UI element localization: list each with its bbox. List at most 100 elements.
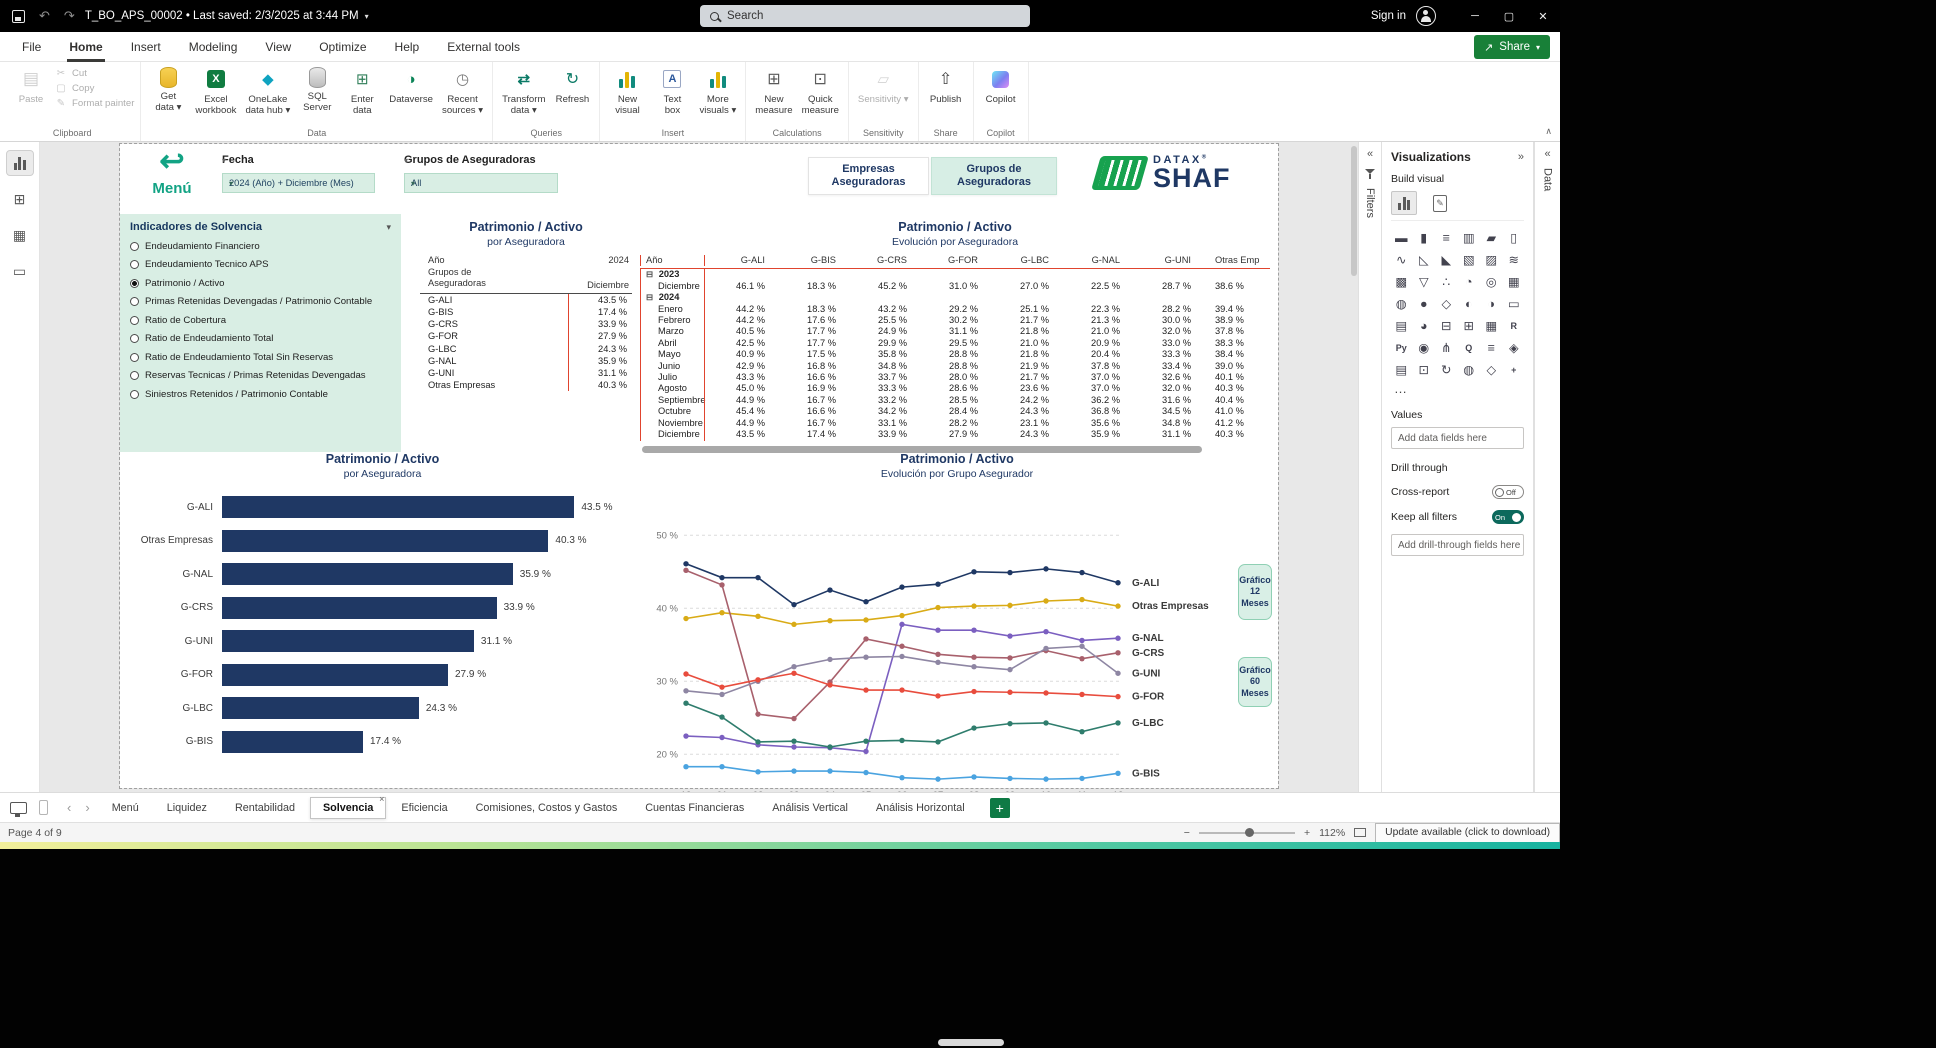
map-icon[interactable]: ◍	[1391, 295, 1412, 312]
sql-server-button[interactable]: SQLServer	[296, 65, 338, 116]
clustered-bar-chart-icon[interactable]: ≡	[1436, 229, 1457, 246]
summary-row-g-lbc[interactable]: G-LBC24.3 %	[420, 343, 632, 355]
filters-pane-title[interactable]: Filters	[1364, 188, 1376, 218]
redo-icon[interactable]: ↷	[64, 8, 75, 24]
cross-report-toggle[interactable]: Off	[1492, 485, 1524, 499]
bar-g-ali[interactable]	[222, 496, 574, 518]
stacked-bar-100-chart-icon[interactable]: ▰	[1481, 229, 1502, 246]
get-more-visuals-icon[interactable]: +	[1504, 361, 1525, 378]
series-line-otras-empresas[interactable]	[686, 600, 1118, 625]
fecha-slicer-dropdown[interactable]: 2024 (Año) + Diciembre (Mes) ▾	[222, 173, 375, 193]
grupos-aseguradoras-button[interactable]: Grupos de Aseguradoras	[931, 157, 1057, 195]
indicator-option-ratio-de-cobertura[interactable]: Ratio de Cobertura	[130, 315, 391, 326]
menu-item-view[interactable]: View	[265, 32, 291, 62]
kpi-icon[interactable]: ◕	[1414, 317, 1435, 334]
menu-item-help[interactable]: Help	[395, 32, 420, 62]
mobile-layout-icon[interactable]	[39, 800, 48, 815]
evolution-month-row-2024-abril[interactable]: Abril42.5 %17.7 %29.9 %29.5 %21.0 %20.9 …	[640, 338, 1270, 349]
summary-row-g-ali[interactable]: G-ALI43.5 %	[420, 294, 632, 306]
gauge-icon[interactable]: ◑	[1481, 295, 1502, 312]
line-clustered-column-chart-icon[interactable]: ▨	[1481, 251, 1502, 268]
collapse-ribbon-icon[interactable]: ∧	[1545, 126, 1552, 137]
indicator-option-siniestros-retenidos-patrimonio-contable[interactable]: Siniestros Retenidos / Patrimonio Contab…	[130, 389, 391, 400]
publish-button[interactable]: ⇧Publish	[925, 65, 967, 107]
fecha-header-caret-icon[interactable]: ▾	[222, 156, 226, 165]
evolution-month-row-2024-octubre[interactable]: Octubre45.4 %16.6 %34.2 %28.4 %24.3 %36.…	[640, 406, 1270, 417]
evolution-month-row-2024-mayo[interactable]: Mayo40.9 %17.5 %35.8 %28.8 %21.8 %20.4 %…	[640, 349, 1270, 360]
desktop-layout-icon[interactable]	[10, 802, 27, 814]
menu-item-file[interactable]: File	[22, 32, 41, 62]
paginated-report-icon[interactable]: ▤	[1391, 361, 1412, 378]
bar-g-for[interactable]	[222, 664, 448, 686]
evolution-month-row-2024-diciembre[interactable]: Diciembre43.5 %17.4 %33.9 %27.9 %24.3 %3…	[640, 429, 1270, 440]
copilot-button[interactable]: Copilot	[980, 65, 1022, 107]
transform-data-button[interactable]: ⇄Transformdata ▾	[499, 65, 548, 119]
undo-icon[interactable]: ↶	[39, 8, 50, 24]
report-view-button[interactable]	[6, 150, 34, 176]
quick-measure-button[interactable]: ⊡Quickmeasure	[799, 65, 842, 119]
page-tab-rentabilidad[interactable]: Rentabilidad	[222, 797, 308, 819]
power-apps-icon[interactable]: ⊡	[1414, 361, 1435, 378]
evolution-month-row-2024-julio[interactable]: Julio43.3 %16.6 %33.7 %28.0 %21.7 %37.0 …	[640, 372, 1270, 383]
expand-filters-icon[interactable]: «	[1367, 149, 1373, 159]
empresas-aseguradoras-button[interactable]: Empresas Aseguradoras	[808, 157, 929, 195]
page-tab-liquidez[interactable]: Liquidez	[154, 797, 220, 819]
summary-row-otras-empresas[interactable]: Otras Empresas40.3 %	[420, 379, 632, 391]
bar-g-crs[interactable]	[222, 597, 497, 619]
filled-map-icon[interactable]: ●	[1414, 295, 1435, 312]
build-visual-tab[interactable]	[1391, 191, 1417, 215]
stacked-column-100-chart-icon[interactable]: ▯	[1504, 229, 1525, 246]
python-visual-icon[interactable]: Py	[1391, 339, 1412, 356]
grafico-12-meses-button[interactable]: Gráfico 12 Meses	[1238, 564, 1272, 620]
maximize-button[interactable]: ▢	[1492, 0, 1526, 32]
evolution-month-row-2024-enero[interactable]: Enero44.2 %18.3 %43.2 %29.2 %25.1 %22.3 …	[640, 304, 1270, 315]
line-stacked-column-chart-icon[interactable]: ▧	[1459, 251, 1480, 268]
account-avatar[interactable]	[1416, 6, 1436, 26]
arcgis-map-icon[interactable]: ◍	[1459, 361, 1480, 378]
keep-all-filters-toggle[interactable]: On	[1492, 510, 1524, 524]
onelake-data-hub-button[interactable]: ◆OneLakedata hub ▾	[242, 65, 293, 119]
bar-g-nal[interactable]	[222, 563, 513, 585]
minimize-button[interactable]: ─	[1458, 0, 1492, 32]
decomposition-tree-icon[interactable]: ⋔	[1436, 339, 1457, 356]
new-visual-button[interactable]: Newvisual	[606, 65, 648, 119]
key-influencers-icon[interactable]: ◉	[1414, 339, 1435, 356]
menu-item-modeling[interactable]: Modeling	[189, 32, 238, 62]
search-box[interactable]	[700, 5, 1030, 27]
page-tab-solvencia[interactable]: Solvencia×	[310, 797, 386, 819]
new-page-button[interactable]: +	[990, 798, 1010, 818]
qa-visual-icon[interactable]: Q	[1459, 339, 1480, 356]
funnel-chart-icon[interactable]: ▽	[1414, 273, 1435, 290]
title-caret-icon[interactable]: ▾	[365, 12, 369, 21]
text-box-button[interactable]: ATextbox	[651, 65, 693, 119]
indicator-option-primas-retenidas-devengadas-patrimonio-contable[interactable]: Primas Retenidas Devengadas / Patrimonio…	[130, 296, 391, 307]
stacked-column-chart-icon[interactable]: ▮	[1414, 229, 1435, 246]
page-tab-an-lisis-horizontal[interactable]: Análisis Horizontal	[863, 797, 978, 819]
evolution-month-row-2023-diciembre[interactable]: Diciembre46.1 %18.3 %45.2 %31.0 %27.0 %2…	[640, 281, 1270, 292]
ribbon-chart-icon[interactable]: ≋	[1504, 251, 1525, 268]
values-field-well[interactable]: Add data fields here	[1391, 427, 1524, 449]
evolution-month-row-2024-febrero[interactable]: Febrero44.2 %17.6 %25.5 %30.2 %21.7 %21.…	[640, 315, 1270, 326]
close-button[interactable]: ✕	[1526, 0, 1560, 32]
r-script-visual-icon[interactable]: R	[1504, 317, 1525, 334]
zoom-slider-thumb[interactable]	[1245, 828, 1254, 837]
refresh-button[interactable]: ↻Refresh	[551, 65, 593, 107]
multi-row-card-icon[interactable]: ▤	[1391, 317, 1412, 334]
evolution-year-row-2024[interactable]: ⊟ 2024	[640, 292, 1270, 303]
summary-row-g-nal[interactable]: G-NAL35.9 %	[420, 355, 632, 367]
model-view-button[interactable]: ▦	[6, 222, 34, 248]
menu-item-optimize[interactable]: Optimize	[319, 32, 366, 62]
shape-map-icon[interactable]: ◇	[1436, 295, 1457, 312]
indicator-option-ratio-de-endeudamiento-total-sin-reservas[interactable]: Ratio de Endeudamiento Total Sin Reserva…	[130, 352, 391, 363]
dax-query-view-button[interactable]: ▭	[6, 258, 34, 284]
evolution-year-row-2023[interactable]: ⊟ 2023	[640, 269, 1270, 280]
menu-back-button[interactable]: Menú	[142, 180, 202, 197]
bar-otras-empresas[interactable]	[222, 530, 548, 552]
stacked-area-chart-icon[interactable]: ◣	[1436, 251, 1457, 268]
indicators-caret-icon[interactable]: ▾	[386, 222, 391, 233]
zoom-in-icon[interactable]: +	[1304, 827, 1310, 839]
dataverse-button[interactable]: ◑Dataverse	[386, 65, 436, 107]
summary-row-g-uni[interactable]: G-UNI31.1 %	[420, 367, 632, 379]
smart-narrative-icon[interactable]: ≡	[1481, 339, 1502, 356]
grupos-header-caret-icon[interactable]: ▾	[404, 156, 408, 165]
